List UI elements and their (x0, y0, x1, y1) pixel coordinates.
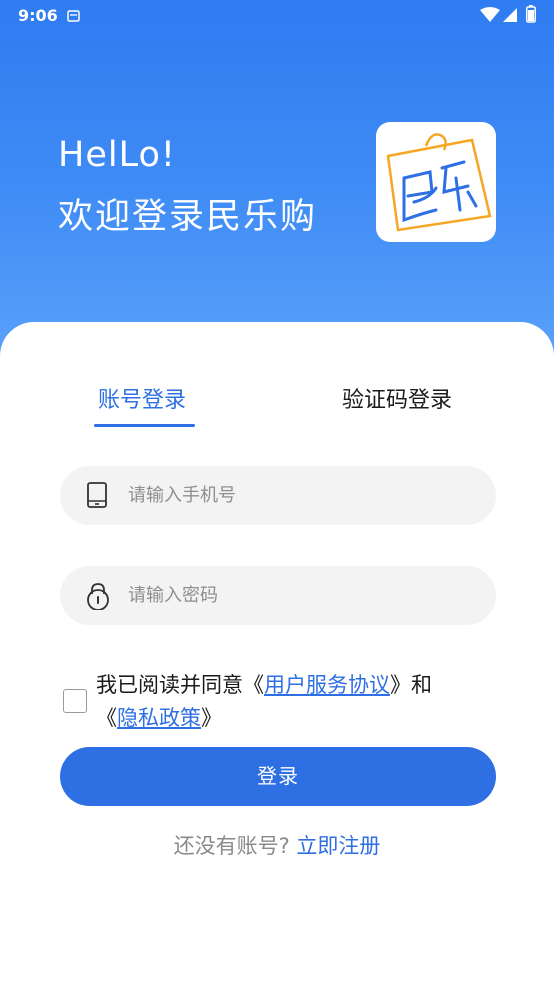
agreement-text: 我已阅读并同意《用户服务协议》和《隐私政策》 (96, 669, 476, 735)
notification-icon (66, 8, 82, 28)
phone-icon (86, 482, 108, 512)
register-prompt: 还没有账号? 立即注册 (0, 830, 554, 860)
agreement-suffix: 》 (201, 706, 222, 730)
lock-icon (86, 582, 110, 614)
status-time: 9:06 (18, 6, 58, 25)
password-field[interactable] (60, 566, 496, 625)
service-agreement-link[interactable]: 用户服务协议 (264, 673, 390, 697)
login-card (0, 322, 554, 984)
battery-icon (526, 5, 536, 27)
signal-icon (502, 7, 518, 27)
password-input[interactable] (128, 566, 478, 625)
tab-code-login[interactable]: 验证码登录 (342, 382, 452, 414)
register-link[interactable]: 立即注册 (296, 834, 380, 858)
agreement-open2: 《 (96, 706, 117, 730)
active-tab-indicator (94, 424, 195, 427)
phone-input[interactable] (128, 466, 478, 525)
welcome-title: 欢迎登录民乐购 (58, 197, 318, 237)
agreement-middle: 》和 (390, 673, 432, 697)
agreement-prefix: 我已阅读并同意《 (96, 673, 264, 697)
greeting-text: HelLo! (58, 135, 176, 175)
tab-account-login[interactable]: 账号登录 (98, 382, 186, 414)
app-logo (376, 122, 496, 242)
shopping-bag-logo-icon (386, 133, 492, 232)
privacy-policy-link[interactable]: 隐私政策 (117, 706, 201, 730)
agreement-checkbox[interactable] (63, 689, 87, 713)
status-bar: 9:06 (0, 0, 554, 30)
login-button[interactable]: 登录 (60, 747, 496, 806)
register-question: 还没有账号? (173, 834, 290, 858)
phone-field[interactable] (60, 466, 496, 525)
wifi-icon (480, 7, 500, 27)
